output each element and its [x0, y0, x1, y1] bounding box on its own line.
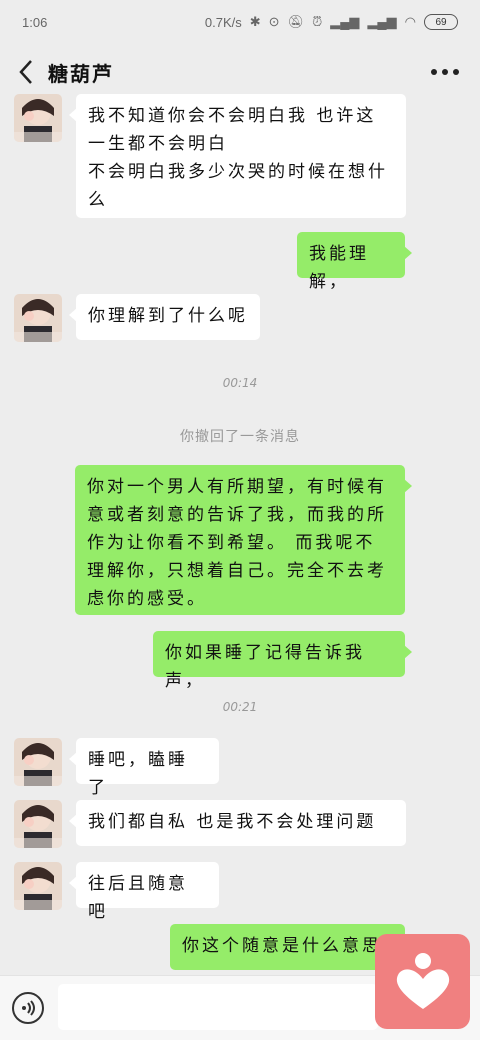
contact-avatar[interactable] — [14, 94, 62, 142]
contact-avatar[interactable] — [14, 800, 62, 848]
signal-icon: ▂▄▆ — [330, 14, 360, 29]
message-line: 你对一个男人有所期望，有时候有 — [87, 477, 387, 497]
floating-heart-button[interactable] — [375, 934, 470, 1029]
message-bubble-incoming[interactable]: 我不知道你会不会明白我 也许这 一生都不会明白 不会明白我多少次哭的时候在想什 … — [69, 94, 406, 218]
message-line: 理解你，只想着自己。完全不去考 — [87, 561, 387, 581]
message-line: 不会明白我多少次哭的时候在想什 — [88, 162, 388, 182]
message-line: 虑你的感受。 — [87, 589, 207, 609]
contact-avatar[interactable] — [14, 294, 62, 342]
status-bar: 1:06 0.7K/s ✱ ⊙ 🔕︎ ⏰︎ ▂▄▆ ▂▄▆ ◠ 69 — [0, 0, 480, 44]
net-speed: 0.7K/s — [204, 14, 242, 30]
message-bubble-outgoing[interactable]: 你对一个男人有所期望，有时候有 意或者刻意的告诉了我，而我的所 作为让你看不到希… — [75, 465, 412, 615]
message-line: 作为让你看不到希望。 而我呢不 — [87, 533, 376, 553]
more-icon[interactable] — [430, 58, 460, 78]
mute-icon: 🔕︎ — [287, 14, 305, 29]
bluetooth-icon: ✱ — [249, 14, 261, 29]
signal-icon-2: ▂▄▆ — [367, 14, 397, 29]
chat-header: 糖葫芦 — [0, 44, 480, 100]
status-icons: 0.7K/s ✱ ⊙ 🔕︎ ⏰︎ ▂▄▆ ▂▄▆ ◠ 69 — [205, 14, 458, 30]
toggle-icon: ⊙ — [268, 14, 280, 29]
battery-icon: 69 — [424, 14, 458, 30]
message-bubble-outgoing[interactable]: 你这个随意是什么意思 — [170, 924, 405, 970]
heart-icon — [396, 952, 449, 1009]
alarm-icon: ⏰︎ — [312, 14, 323, 29]
contact-avatar[interactable] — [14, 862, 62, 910]
timestamp: 00:14 — [222, 376, 258, 390]
voice-icon[interactable] — [12, 992, 44, 1024]
message-input[interactable] — [58, 984, 378, 1030]
message-bubble-outgoing[interactable]: 你如果睡了记得告诉我声， — [153, 631, 412, 691]
message-bubble-incoming[interactable]: 往后且随意吧 — [69, 862, 219, 922]
timestamp: 00:21 — [222, 700, 258, 714]
message-bubble-incoming[interactable]: 我们都自私 也是我不会处理问题 — [69, 800, 406, 846]
message-bubble-outgoing[interactable]: 我能理解， — [297, 232, 412, 292]
message-line: 么 — [88, 190, 108, 210]
back-icon[interactable] — [12, 56, 40, 88]
message-bubble-incoming[interactable]: 睡吧，瞌睡了 — [69, 738, 219, 798]
message-line: 我不知道你会不会明白我 也许这 — [88, 106, 377, 126]
recall-notice: 你撤回了一条消息 — [180, 429, 300, 445]
status-time: 1:06 — [22, 14, 48, 30]
chat-title: 糖葫芦 — [48, 62, 114, 86]
contact-avatar[interactable] — [14, 738, 62, 786]
wifi-icon: ◠ — [404, 14, 416, 29]
message-bubble-incoming[interactable]: 你理解到了什么呢 — [69, 294, 260, 340]
message-line: 意或者刻意的告诉了我，而我的所 — [87, 505, 387, 525]
message-line: 一生都不会明白 — [88, 134, 228, 154]
